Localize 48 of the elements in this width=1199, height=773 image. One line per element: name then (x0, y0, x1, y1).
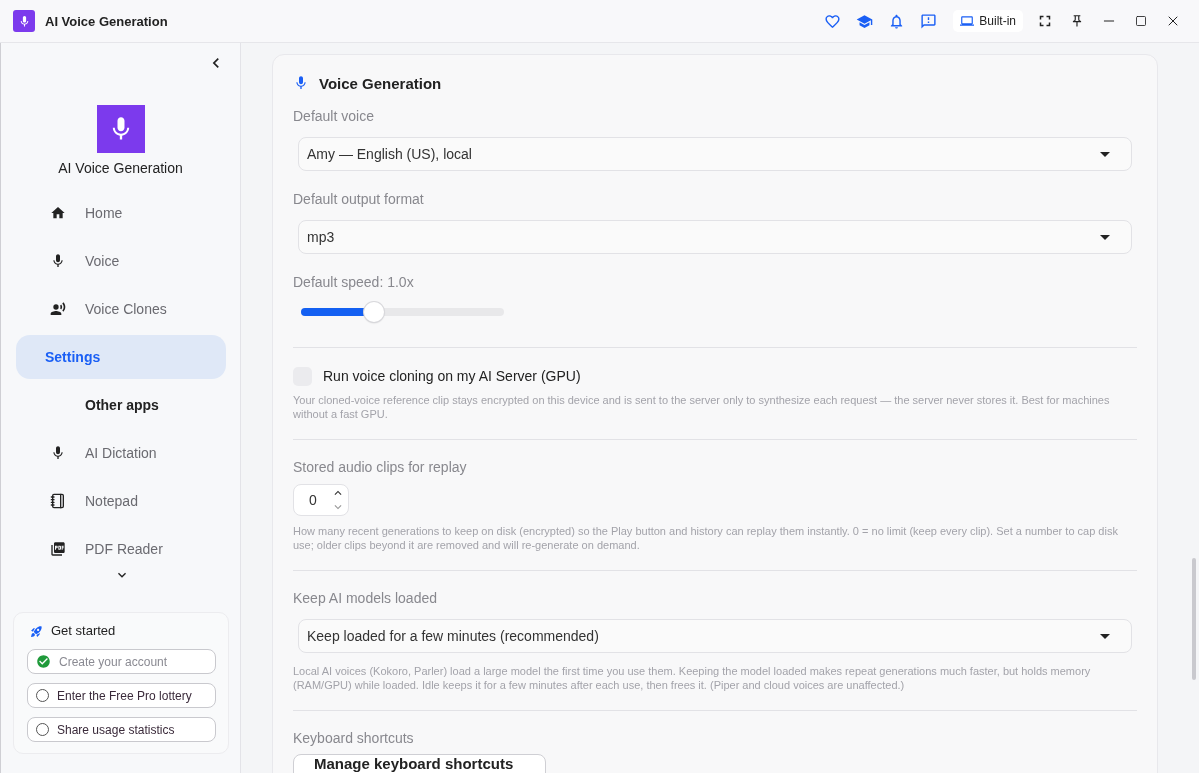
rocket-icon (30, 624, 43, 638)
field-label: Default speed: 1.0x (293, 273, 415, 291)
task-button[interactable]: Share usage statistics (27, 717, 216, 742)
task-button[interactable]: Create your account (27, 649, 216, 674)
field-label: Default voice (293, 107, 375, 125)
app-link[interactable]: PDF Reader (16, 527, 226, 571)
notebook-icon (50, 493, 66, 509)
nav-item[interactable]: Voice Clones (16, 287, 226, 331)
pdf-icon (50, 541, 66, 557)
manage-shortcuts-button[interactable]: Manage keyboard shortcuts (293, 754, 546, 773)
scrollbar-thumb[interactable] (1192, 558, 1196, 680)
dropdown-caret-icon (1100, 234, 1110, 240)
dropdown-select[interactable]: mp3 (298, 220, 1132, 254)
microphone-icon (50, 253, 66, 269)
dropdown-caret-icon (1100, 633, 1110, 639)
dropdown-caret-icon (1100, 151, 1110, 157)
dropdown-select[interactable]: Amy — English (US), local (298, 137, 1132, 171)
app-link[interactable]: Notepad (16, 479, 226, 523)
laptop-icon (960, 14, 975, 28)
field-label: Default output format (293, 190, 425, 208)
dropdown-select[interactable]: Keep loaded for a few minutes (recommended) (298, 619, 1132, 653)
section-heading: Other apps (84, 396, 160, 415)
app-logo-icon (96, 105, 145, 153)
card-title: Voice Generation (319, 74, 442, 92)
nav-item[interactable]: Voice (16, 239, 226, 283)
slider-track[interactable] (301, 302, 504, 322)
checkbox-label: Run voice cloning on my AI Server (GPU) (323, 368, 581, 384)
field-label: Keep AI models loaded (293, 589, 438, 607)
nav-item[interactable]: Settings (16, 335, 226, 379)
window-title: AI Voice Generation (45, 13, 168, 29)
app-link[interactable]: AI Dictation (16, 431, 226, 475)
app-logo-icon (13, 10, 35, 32)
number-field[interactable]: 0 (293, 484, 349, 516)
home-icon (50, 205, 66, 221)
slider-thumb[interactable] (364, 302, 385, 322)
help-text: Local AI voices (Kokoro, Parler) load a large model the first time you use them. Keeping the model loaded makes repeat generations much faster, but holds memory (RAM/GPU) while loaded. Idle keeps it for a few minutes after each use, then frees it. (Piper and cloud voices are unaffected.) (293, 664, 1092, 692)
microphone-icon (50, 445, 66, 461)
mode-chip[interactable]: Built-in (953, 10, 1023, 32)
task-button[interactable]: Enter the Free Pro lottery (27, 683, 216, 708)
nav-item[interactable]: Home (16, 191, 226, 235)
speaking-person-icon (50, 301, 66, 317)
help-text: How many recent generations to keep on disk (encrypted) so the Play button and history can replay them instantly. 0 = no limit (keep every clip). Set a number to cap disk use; older clips beyond it are removed and will re-generate on demand. (293, 524, 1119, 552)
app-name: AI Voice Generation (57, 159, 184, 177)
microphone-icon (293, 75, 309, 91)
help-text: Your cloned-voice reference clip stays encrypted on this device and is sent to the server only to synthesize each request — the server never stores it. Best for machines without a fast GPU. (293, 393, 1111, 421)
card-title: Get started (51, 622, 116, 640)
field-label: Stored audio clips for replay (293, 458, 468, 476)
field-label: Keyboard shortcuts (293, 729, 415, 747)
